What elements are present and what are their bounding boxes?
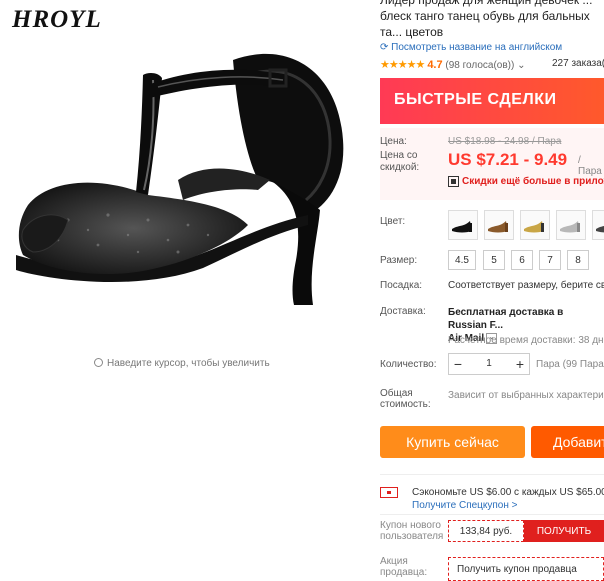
quantity-input[interactable]: 1 [467,354,511,374]
minus-icon[interactable]: − [449,354,467,374]
shipping-label: Доставка: [380,306,426,317]
new-user-coupon-label: Купон нового пользователя [380,520,444,542]
total-label: Общая стоимость: [380,388,431,410]
color-option-black-silver[interactable] [592,210,604,240]
shoe-thumb-icon [524,221,544,233]
translate-link-text[interactable]: Посмотреть название на английском [391,42,562,53]
rating-votes[interactable]: (98 голоса(ов)) [445,60,514,71]
shoe-thumb-icon [560,221,580,233]
color-option-brown[interactable] [484,210,514,240]
add-to-cart-button[interactable]: Добавит [531,426,604,458]
shoe-thumb-icon [488,221,508,233]
shoe-thumb-icon [596,225,604,233]
size-option[interactable]: 5 [483,250,505,270]
shoe-thumb-icon [452,221,472,233]
get-coupon-link[interactable]: Получите Спецкупон > [412,500,518,511]
save-offer: Сэкономьте US $6.00 с каждых US $65.00 [412,487,604,498]
magnifier-icon [94,358,103,367]
get-coupon-button[interactable]: ПОЛУЧИТЬ [524,520,604,542]
quantity-label: Количество: [380,359,437,370]
coupon-icon [380,487,398,498]
color-option-silver[interactable] [556,210,586,240]
rating-row: ★★★★★ 4.7 (98 голоса(ов)) ⌄ 227 заказа( [380,58,604,71]
size-label: Размер: [380,255,418,266]
price-unit: / Пара [578,155,602,177]
translate-link[interactable]: ⟳ Посмотреть название на английском [380,42,562,53]
shipping-time: Расчётное время доставки: 38 дн... [448,335,604,346]
divider [380,514,604,515]
quantity-note: Пара (99 Пара с... [536,359,604,370]
divider [380,474,604,475]
seller-coupon-button[interactable]: Получить купон продавца [448,557,604,581]
color-option-gold[interactable] [520,210,550,240]
flash-deals-banner[interactable]: БЫСТРЫЕ СДЕЛКИ [380,78,604,124]
product-image[interactable] [8,30,353,330]
coupon-amount: 133,84 руб. [448,520,524,542]
chevron-down-icon: ⌄ [514,60,526,71]
plus-icon[interactable]: + [511,354,529,374]
fit-label: Посадка: [380,280,423,291]
discount-price-label: Цена со скидкой: [380,150,420,173]
shipping-method-text[interactable]: Бесплатная доставка в Russian F... [448,307,563,331]
quantity-stepper: − 1 + [448,353,530,375]
old-price: US $18.98 - 24.98 / Пара [448,136,562,147]
size-option[interactable]: 4.5 [448,250,476,270]
size-option[interactable]: 7 [539,250,561,270]
color-option-black[interactable] [448,210,478,240]
color-label: Цвет: [380,216,406,227]
app-discount-note[interactable]: Скидки ещё больше в приложе... [462,176,604,187]
seller-promo-label: Акция продавца: [380,556,428,578]
size-option[interactable]: 6 [511,250,533,270]
banner-text: БЫСТРЫЕ СДЕЛКИ [394,91,557,108]
rating-stars-icon: ★★★★★ [380,59,425,71]
size-option[interactable]: 8 [567,250,589,270]
zoom-hint: Наведите курсор, чтобы увеличить [94,357,270,369]
zoom-hint-text: Наведите курсор, чтобы увеличить [107,358,270,369]
fit-value: Соответствует размеру, берите св... [448,280,604,291]
translate-icon: ⟳ [380,42,392,53]
buy-now-button[interactable]: Купить сейчас [380,426,525,458]
orders-count: 227 заказа( [552,58,604,69]
total-value: Зависит от выбранных характери... [448,390,604,401]
price-label: Цена: [380,136,407,147]
rating-score: 4.7 [427,59,443,71]
product-title: Лидер продаж для женщин девочек ... блес… [380,0,593,39]
current-price: US $7.21 - 9.49 [448,150,568,169]
qr-code-icon [448,176,459,187]
